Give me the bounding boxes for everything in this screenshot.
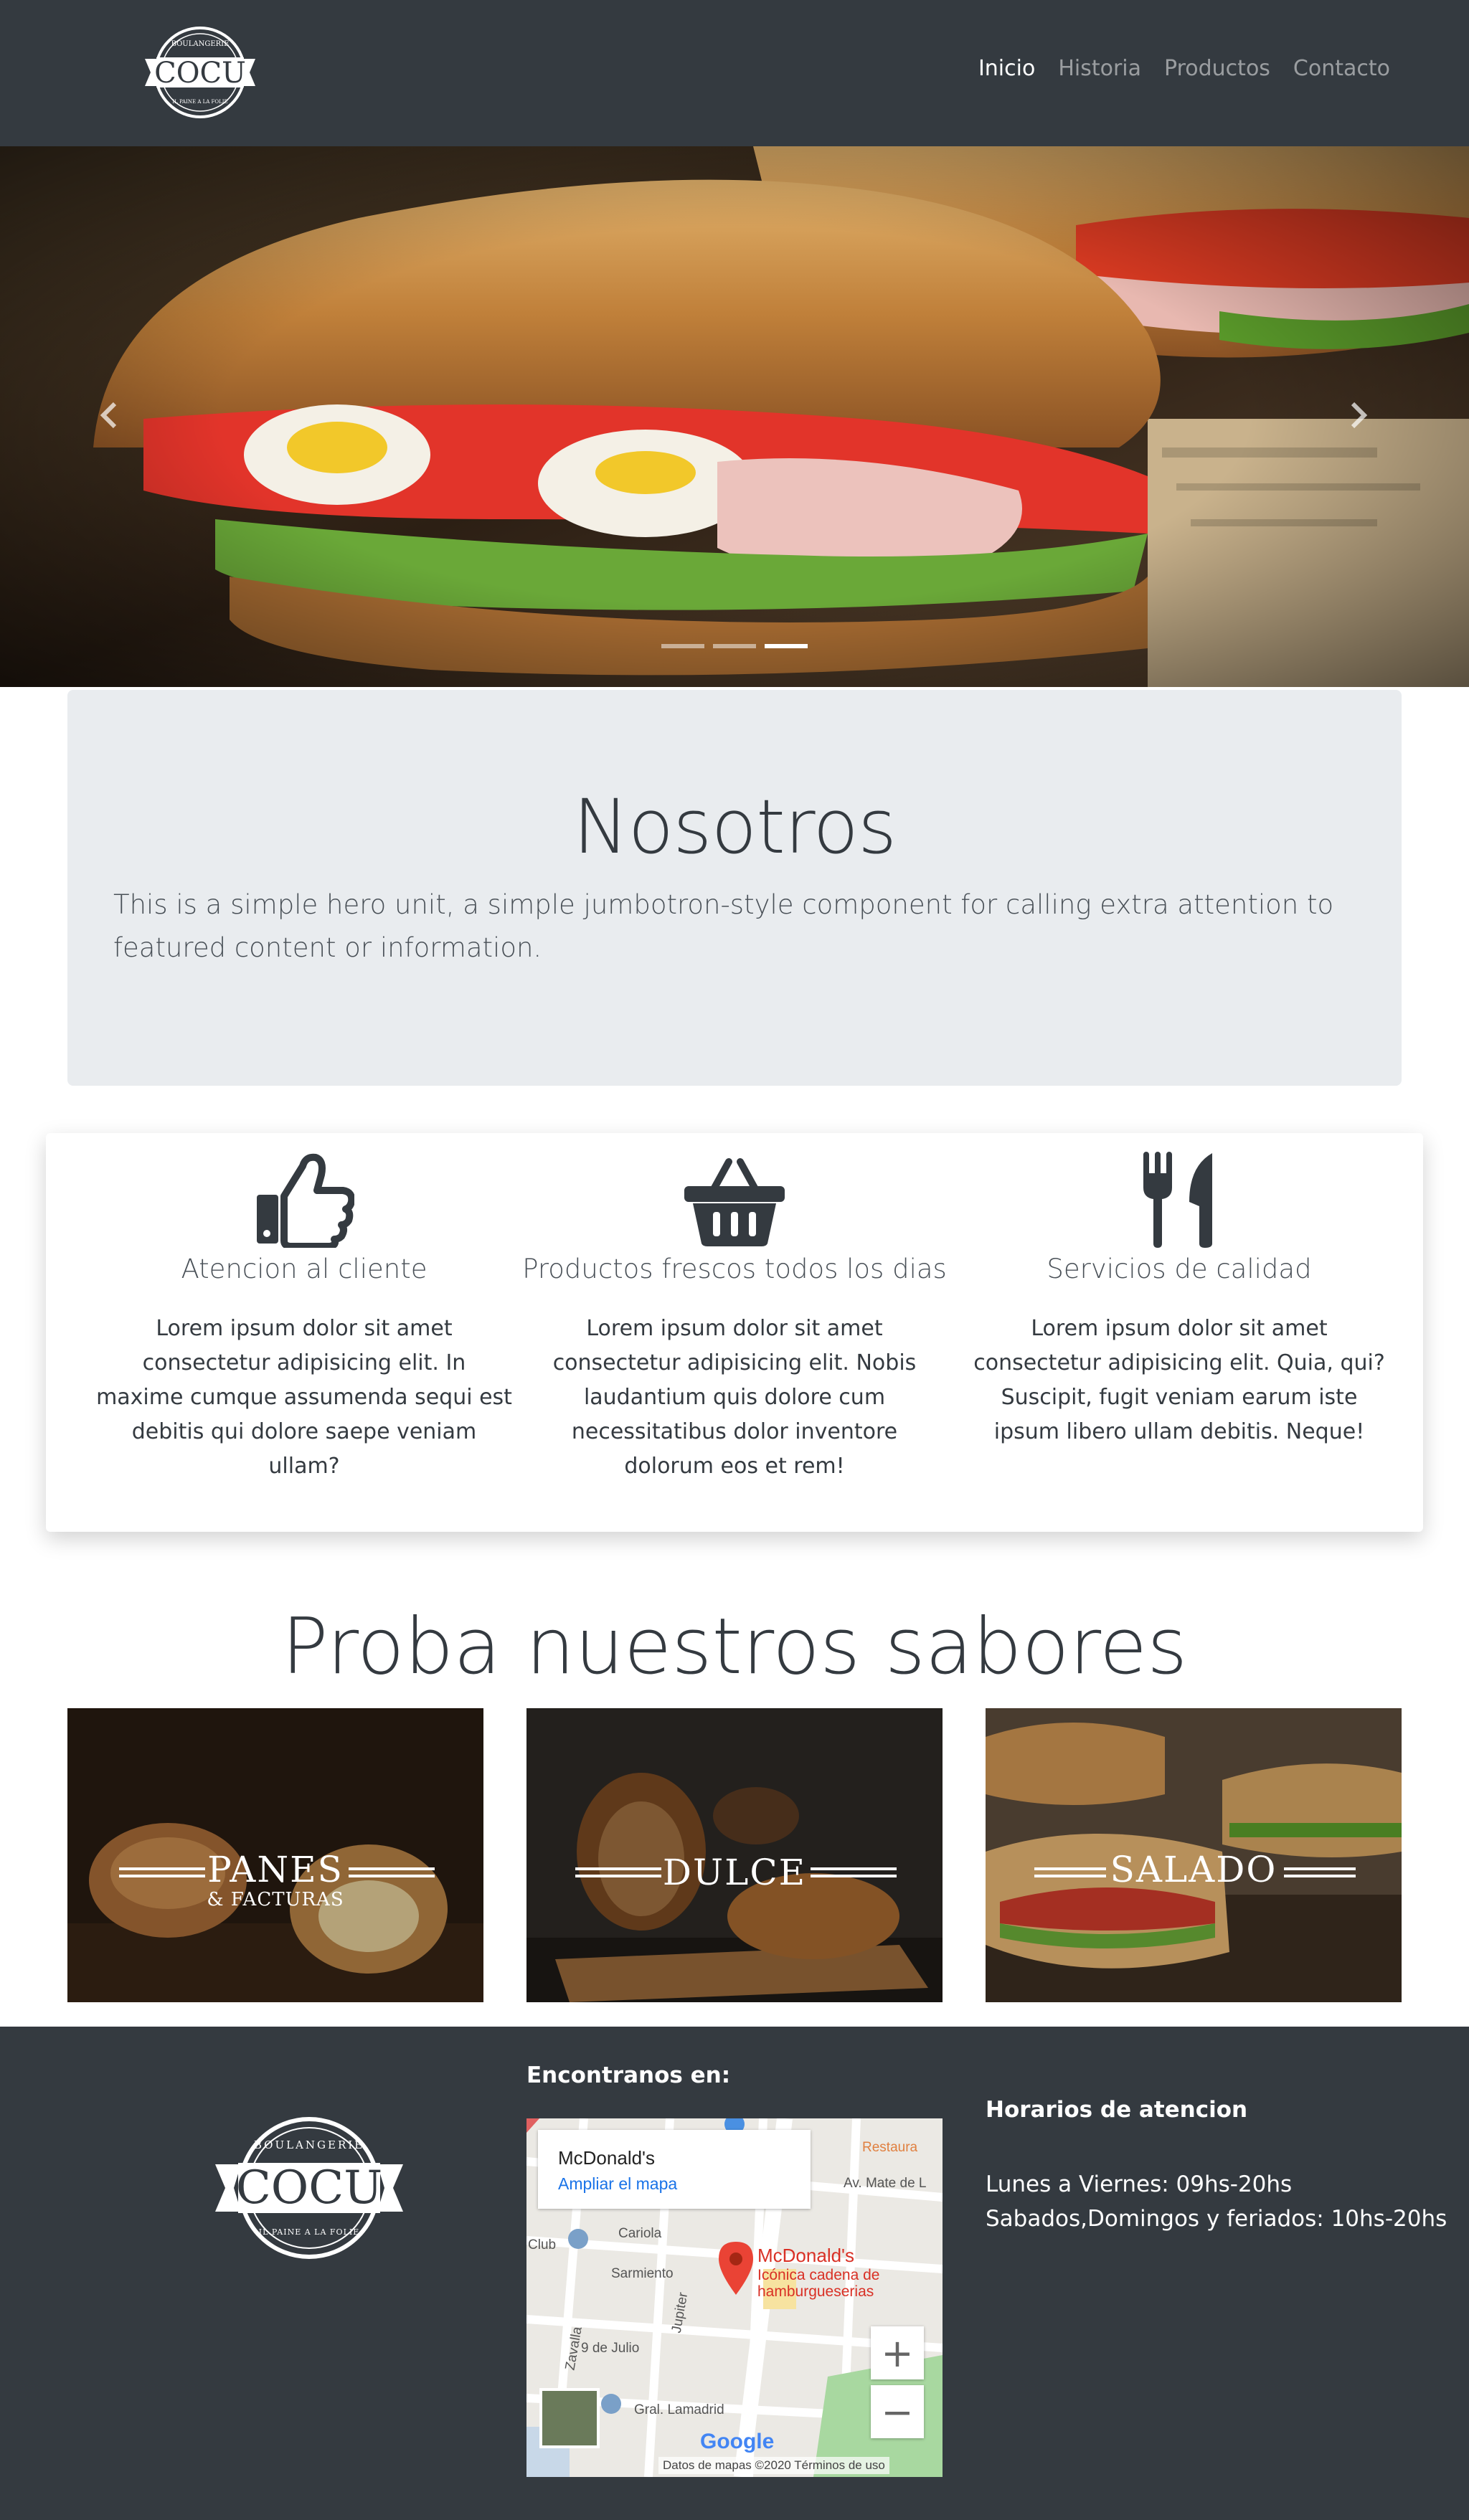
tile-salado[interactable]: SALADO xyxy=(986,1708,1402,2002)
about-lead: This is a simple hero unit, a simple jum… xyxy=(113,889,1334,963)
feature-fresh-products: Productos frescos todos los dias Lorem i… xyxy=(519,1133,950,1484)
carousel-indicator-3[interactable] xyxy=(765,644,808,648)
google-map[interactable]: Cariola Sarmiento Jupiter 9 de Julio Zav… xyxy=(526,2118,943,2477)
svg-text:BOULANGERIE: BOULANGERIE xyxy=(254,2138,364,2151)
feature-text: Lorem ipsum dolor sit amet consectetur a… xyxy=(552,1316,917,1479)
footer-logo: COCU BOULANGERIE IL PAINE A LA FOLIE xyxy=(212,2113,406,2263)
logo-name: COCU xyxy=(154,57,246,90)
find-us-heading: Encontranos en: xyxy=(526,2062,731,2088)
svg-text:COCU: COCU xyxy=(236,2161,382,2215)
hours-weekdays: Lunes a Viernes: 09hs-20hs xyxy=(986,2171,1293,2197)
tile-label: SALADO xyxy=(1110,1849,1277,1890)
feature-quality-service: Servicios de calidad Lorem ipsum dolor s… xyxy=(964,1133,1394,1449)
feature-text: Lorem ipsum dolor sit amet consectetur a… xyxy=(973,1316,1385,1444)
feature-customer-service: Atencion al cliente Lorem ipsum dolor si… xyxy=(89,1133,519,1484)
map-expand-link[interactable]: Ampliar el mapa xyxy=(558,2174,677,2194)
chevron-left-icon xyxy=(100,402,117,429)
nav-menu: Inicio Historia Productos Contacto xyxy=(978,56,1390,81)
tile-panes[interactable]: PANES & FACTURAS xyxy=(67,1708,483,2002)
hero-carousel xyxy=(0,146,1469,687)
feature-title: Productos frescos todos los dias xyxy=(522,1254,947,1284)
hours-heading: Horarios de atencion xyxy=(986,2097,1248,2123)
flavors-title: Proba nuestros sabores xyxy=(281,1602,1188,1692)
tile-sublabel: & FACTURAS xyxy=(207,1889,344,1910)
map-zoom-in-button[interactable]: + xyxy=(871,2326,924,2379)
google-logo: Google xyxy=(700,2430,775,2453)
carousel-indicator-1[interactable] xyxy=(661,644,704,648)
map-place-label: McDonald's Icónica cadena de hamburguese… xyxy=(757,2245,880,2300)
basket-icon xyxy=(684,1158,785,1246)
feature-text: Lorem ipsum dolor sit amet consectetur a… xyxy=(96,1316,512,1479)
carousel-indicators xyxy=(661,644,808,648)
tile-label: DULCE xyxy=(662,1852,807,1893)
carousel-prev-button[interactable] xyxy=(89,394,132,437)
nav-link-inicio[interactable]: Inicio xyxy=(978,56,1035,81)
svg-text:IL PAINE A LA FOLIE: IL PAINE A LA FOLIE xyxy=(172,99,227,105)
hours-weekends: Sabados,Domingos y feriados: 10hs-20hs xyxy=(986,2206,1447,2232)
utensils-icon xyxy=(1143,1152,1212,1248)
brand-logo[interactable]: COCU BOULANGERIE IL PAINE A LA FOLIE xyxy=(141,24,260,120)
map-attribution[interactable]: Datos de mapas ©2020 Términos de uso xyxy=(658,2457,889,2474)
features-card: Atencion al cliente Lorem ipsum dolor si… xyxy=(46,1133,1423,1532)
svg-text:BOULANGERIE: BOULANGERIE xyxy=(171,40,230,48)
map-marker-icon[interactable] xyxy=(714,2239,757,2296)
map-zoom-out-button[interactable]: − xyxy=(871,2385,924,2438)
nav-link-productos[interactable]: Productos xyxy=(1164,56,1270,81)
about-title: Nosotros xyxy=(572,783,897,871)
feature-title: Servicios de calidad xyxy=(1047,1254,1312,1284)
feature-title: Atencion al cliente xyxy=(181,1254,428,1284)
map-info-card: McDonald's Ampliar el mapa xyxy=(538,2130,811,2209)
svg-text:IL PAINE A LA FOLIE: IL PAINE A LA FOLIE xyxy=(259,2227,360,2237)
thumbs-up-icon xyxy=(257,1153,354,1248)
sandwich-hero-image xyxy=(0,146,1469,687)
chevron-right-icon xyxy=(1351,402,1368,429)
nav-link-historia[interactable]: Historia xyxy=(1058,56,1141,81)
footer: COCU BOULANGERIE IL PAINE A LA FOLIE Enc… xyxy=(0,2027,1469,2520)
map-place-title: McDonald's xyxy=(558,2147,656,2169)
nav-link-contacto[interactable]: Contacto xyxy=(1293,56,1390,81)
carousel-next-button[interactable] xyxy=(1336,394,1379,437)
about-jumbotron: Nosotros This is a simple hero unit, a s… xyxy=(67,690,1402,1086)
navbar: COCU BOULANGERIE IL PAINE A LA FOLIE Ini… xyxy=(0,0,1469,146)
hours-list: Lunes a Viernes: 09hs-20hs Sabados,Domin… xyxy=(986,2167,1447,2236)
tile-dulce[interactable]: DULCE xyxy=(526,1708,943,2002)
tile-label: PANES xyxy=(207,1849,344,1890)
carousel-indicator-2[interactable] xyxy=(713,644,756,648)
